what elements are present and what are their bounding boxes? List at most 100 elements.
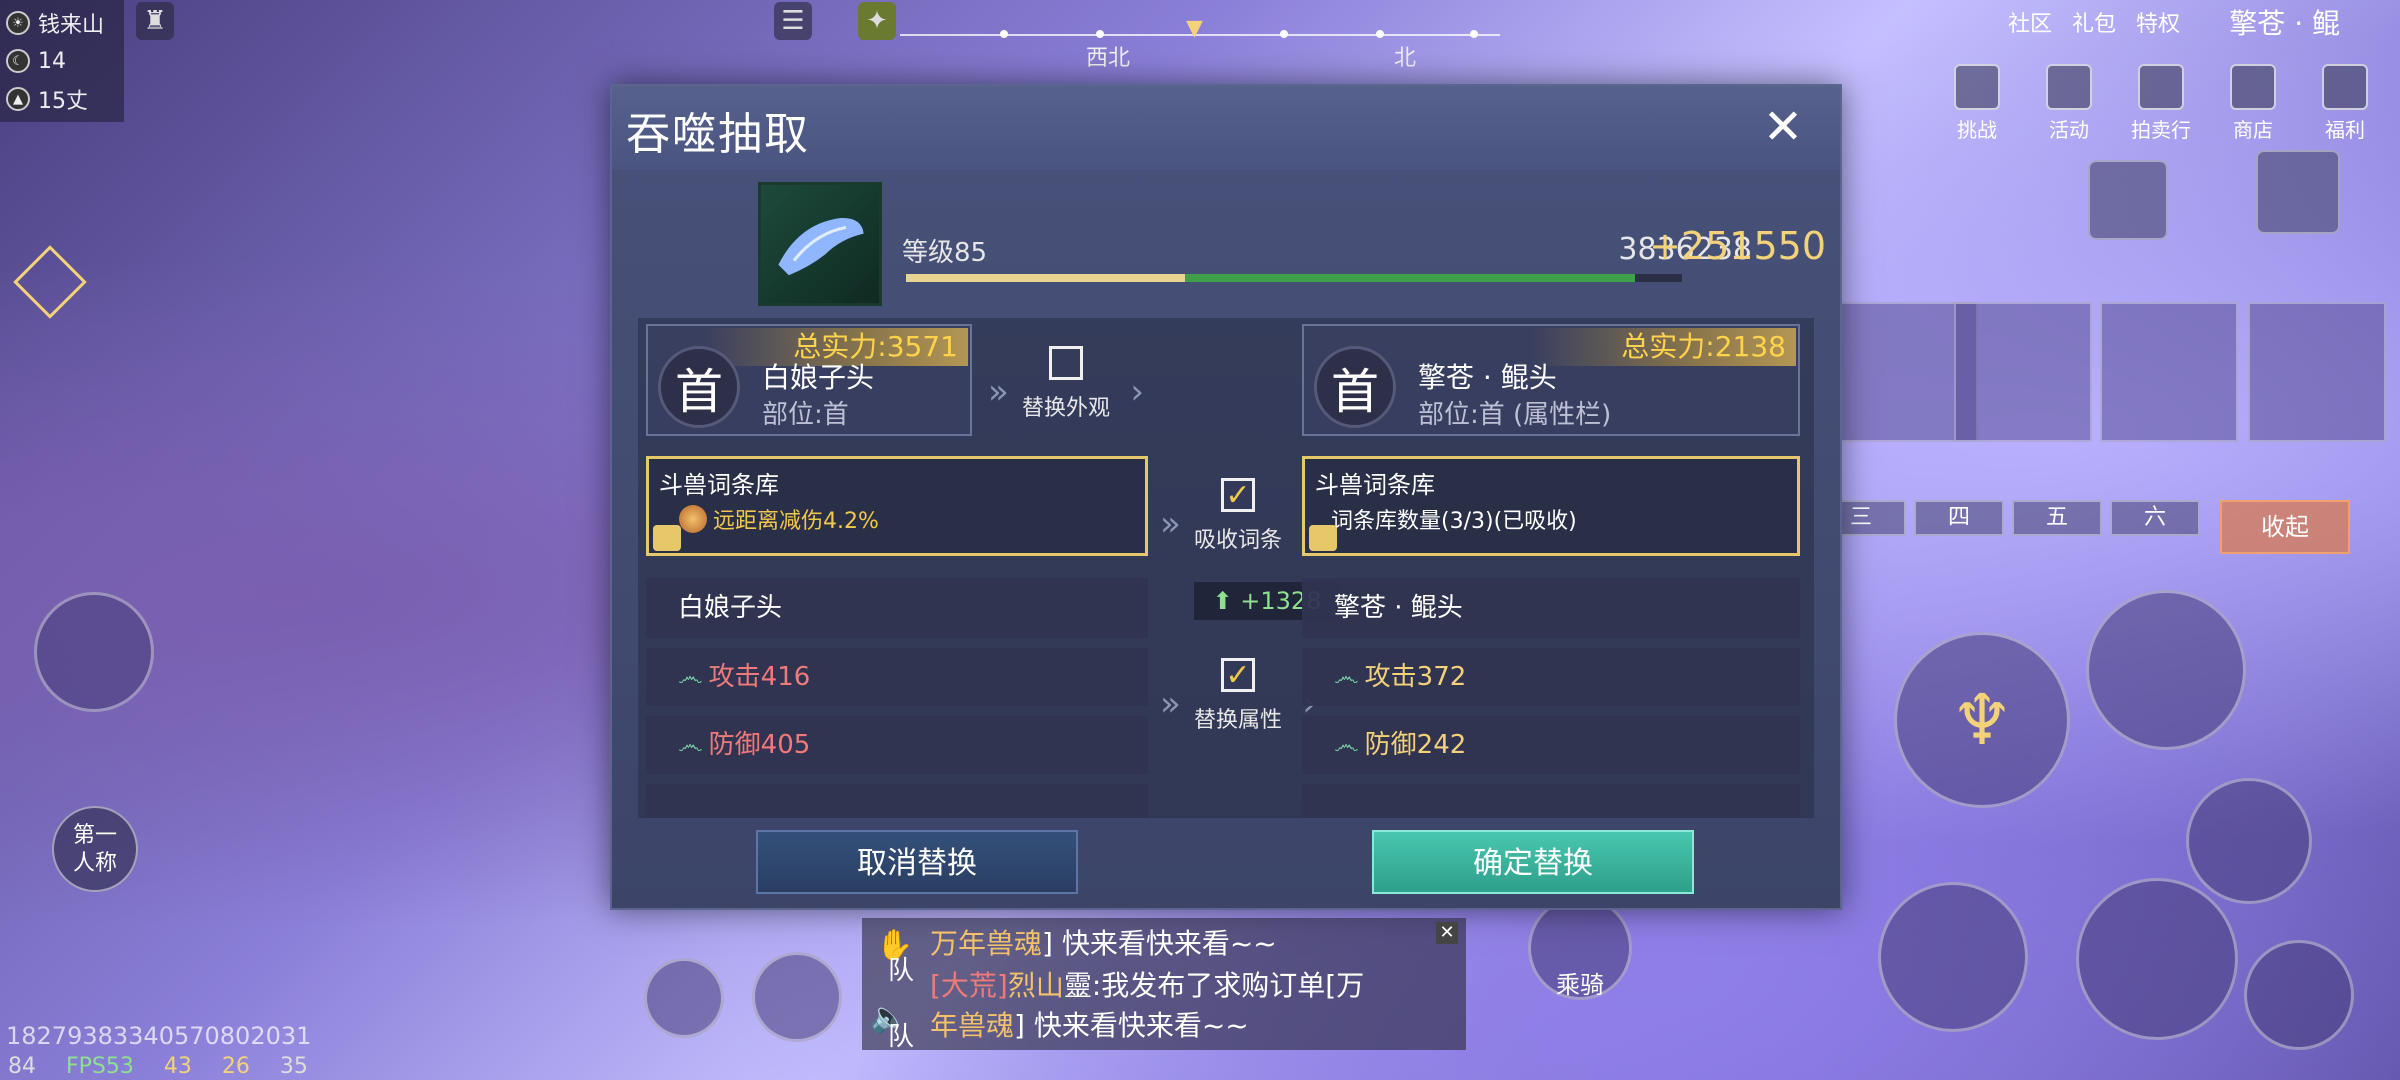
right-affix-library[interactable]: 斗兽词条库 词条库数量(3/3)(已吸收)	[1302, 456, 1800, 556]
chat-close-icon[interactable]: ✕	[1436, 922, 1458, 944]
absorb-checkbox[interactable]: ✓	[1221, 478, 1255, 513]
challenge-button[interactable]: 挑战	[1942, 64, 2012, 143]
confirm-replace-button[interactable]: 确定替换	[1372, 830, 1694, 894]
left-lib-title: 斗兽词条库	[659, 471, 779, 499]
team-tag-2: 队	[888, 1022, 915, 1052]
bag-button[interactable]	[752, 952, 842, 1042]
activity-button[interactable]: 活动	[2034, 64, 2104, 143]
bag-icon[interactable]: ♜	[136, 2, 174, 40]
weapon-slot-2[interactable]	[1954, 302, 2092, 442]
privilege-link[interactable]: 特权	[2136, 6, 2180, 38]
devour-extract-dialog: 吞噬抽取 ✕ 等级85 3836238 +251550 总实力:3571 首 白…	[610, 84, 1842, 910]
right-stats-name: 擎苍 · 鲲头	[1302, 578, 1800, 638]
moon-icon: ☾	[6, 49, 30, 73]
right-defense-row: ෴ 防御242	[1302, 716, 1800, 774]
replace-attr-checkbox[interactable]: ✓	[1221, 658, 1255, 693]
auction-icon	[2138, 64, 2184, 110]
chat-line-1: 万年兽魂] 快来看快来看~~	[930, 922, 1277, 962]
replace-look-checkbox[interactable]	[1049, 346, 1083, 380]
chat-line-2-channel: [大荒]	[930, 969, 1008, 1002]
main-skill-button[interactable]: ♆	[1894, 632, 2070, 808]
fps-value: FPS53	[66, 1053, 134, 1079]
chat-panel[interactable]: ✋ 队 万年兽魂] 快来看快来看~~ [大荒]烈山靈:我发布了求购订单[万 年兽…	[862, 918, 1466, 1052]
warning-icon[interactable]	[13, 245, 87, 319]
top-links: 社区 礼包 特权	[2008, 6, 2180, 38]
right-equip-part: 部位:首 (属性栏)	[1418, 400, 1612, 430]
quest-icon[interactable]: ✦	[858, 2, 896, 40]
right-equip-card: 总实力:2138 首 擎苍 · 鲲头 部位:首 (属性栏)	[1302, 324, 1800, 436]
target-skill-button[interactable]	[1878, 882, 2028, 1032]
cancel-replace-button[interactable]: 取消替换	[756, 830, 1078, 894]
compare-area: 总实力:3571 首 白娘子头 部位:首 » 替换外观 › 总实力:2138 首…	[638, 318, 1814, 818]
gift-link[interactable]: 礼包	[2072, 6, 2116, 38]
replace-look-toggle[interactable]: » 替换外观 ›	[988, 346, 1144, 422]
left-affix-library[interactable]: 斗兽词条库 远距离减伤4.2%	[646, 456, 1148, 556]
first-person-toggle[interactable]: 第一 人称	[52, 806, 138, 892]
left-defense-row: ෴ 防御405	[646, 716, 1148, 774]
absorb-toggle[interactable]: » ✓ 吸收词条 ›	[1160, 478, 1316, 554]
team-tag-1: 队	[888, 956, 915, 986]
skill-slot-b[interactable]	[2256, 150, 2340, 234]
item-level: 等级85	[902, 238, 988, 268]
absorb-label: 吸收词条	[1193, 528, 1282, 553]
tab-six[interactable]: 六	[2110, 500, 2200, 536]
ping-value: 26	[221, 1053, 250, 1079]
shop-button[interactable]: 商店	[2218, 64, 2288, 143]
chat-line-2: [大荒]烈山靈:我发布了求购订单[万	[930, 964, 1364, 1004]
altitude-value: 15丈	[38, 89, 88, 114]
user-id: 18279383340570802031	[6, 1022, 312, 1050]
right-equip-name: 擎苍 · 鲲头	[1418, 361, 1557, 394]
attack-button[interactable]	[2076, 878, 2238, 1040]
status-bar: 84 FPS53 43 26 35	[0, 1052, 308, 1080]
right-lib-title: 斗兽词条库	[1315, 471, 1435, 499]
collapse-button[interactable]: 收起	[2220, 500, 2350, 554]
weapon-slot-3[interactable]	[2100, 302, 2238, 442]
auction-label: 拍卖行	[2131, 118, 2191, 142]
moon-value: 14	[38, 48, 66, 74]
head-slot-icon: 首	[1314, 346, 1396, 428]
chat-line-3-tag: 年兽魂	[930, 1009, 1015, 1042]
dialog-title: 吞噬抽取	[626, 109, 810, 160]
shop-label: 商店	[2233, 118, 2273, 142]
tab-five[interactable]: 五	[2012, 500, 2102, 536]
chat-line-3-text: ] 快来看快来看~~	[1014, 1009, 1249, 1042]
right-attack-row: ෴ 攻击372	[1302, 648, 1800, 706]
chat-line-2-text: 靈:我发布了求购订单[万	[1063, 969, 1365, 1002]
item-exp-gain: +251550	[1649, 224, 1826, 268]
dodge-skill-button[interactable]	[2186, 778, 2312, 904]
welfare-button[interactable]: 福利	[2310, 64, 2380, 143]
close-icon[interactable]: ✕	[1758, 99, 1808, 155]
compass: 西北 北 ▼	[900, 16, 1500, 71]
sprint-skill-button[interactable]	[2086, 590, 2246, 750]
replace-look-label: 替换外观	[1021, 396, 1110, 421]
mount-button[interactable]: 乘骑	[1528, 896, 1632, 1000]
emblem-icon: ♆	[1950, 679, 2014, 761]
first-person-label-2: 人称	[72, 851, 117, 876]
activity-label: 活动	[2049, 118, 2089, 142]
weapon-slot-4[interactable]	[2248, 302, 2386, 442]
skill-slot-a[interactable]	[2088, 160, 2168, 240]
community-link[interactable]: 社区	[2008, 6, 2052, 38]
chat-line-1-tag: 万年兽魂	[930, 927, 1043, 960]
chat-line-2-user: 烈山	[1007, 969, 1064, 1002]
home-button[interactable]	[644, 958, 724, 1038]
replace-attr-toggle[interactable]: » ✓ 替换属性 ›	[1160, 658, 1316, 734]
welfare-icon	[2322, 64, 2368, 110]
right-attack: 攻击372	[1364, 662, 1467, 692]
tab-four[interactable]: 四	[1914, 500, 2004, 536]
first-person-label-1: 第一	[72, 823, 117, 848]
right-lib-entry: 词条库数量(3/3)(已吸收)	[1331, 503, 1577, 535]
emblem-button[interactable]	[34, 592, 154, 712]
chevron-right-icon: »	[1160, 684, 1181, 724]
left-attack: 攻击416	[708, 662, 811, 692]
mount-label: 乘骑	[1556, 971, 1604, 999]
signal-value: 43	[163, 1053, 192, 1079]
left-equip-name: 白娘子头	[762, 361, 875, 394]
flame-badge-icon	[679, 505, 707, 533]
auction-button[interactable]: 拍卖行	[2126, 64, 2196, 143]
player-name: 擎苍 · 鲲	[2229, 7, 2340, 40]
cloud-icon: ෴	[678, 662, 703, 692]
menu-list-icon[interactable]: ☰	[774, 2, 812, 40]
welfare-label: 福利	[2325, 118, 2365, 142]
jump-skill-button[interactable]	[2244, 940, 2354, 1050]
